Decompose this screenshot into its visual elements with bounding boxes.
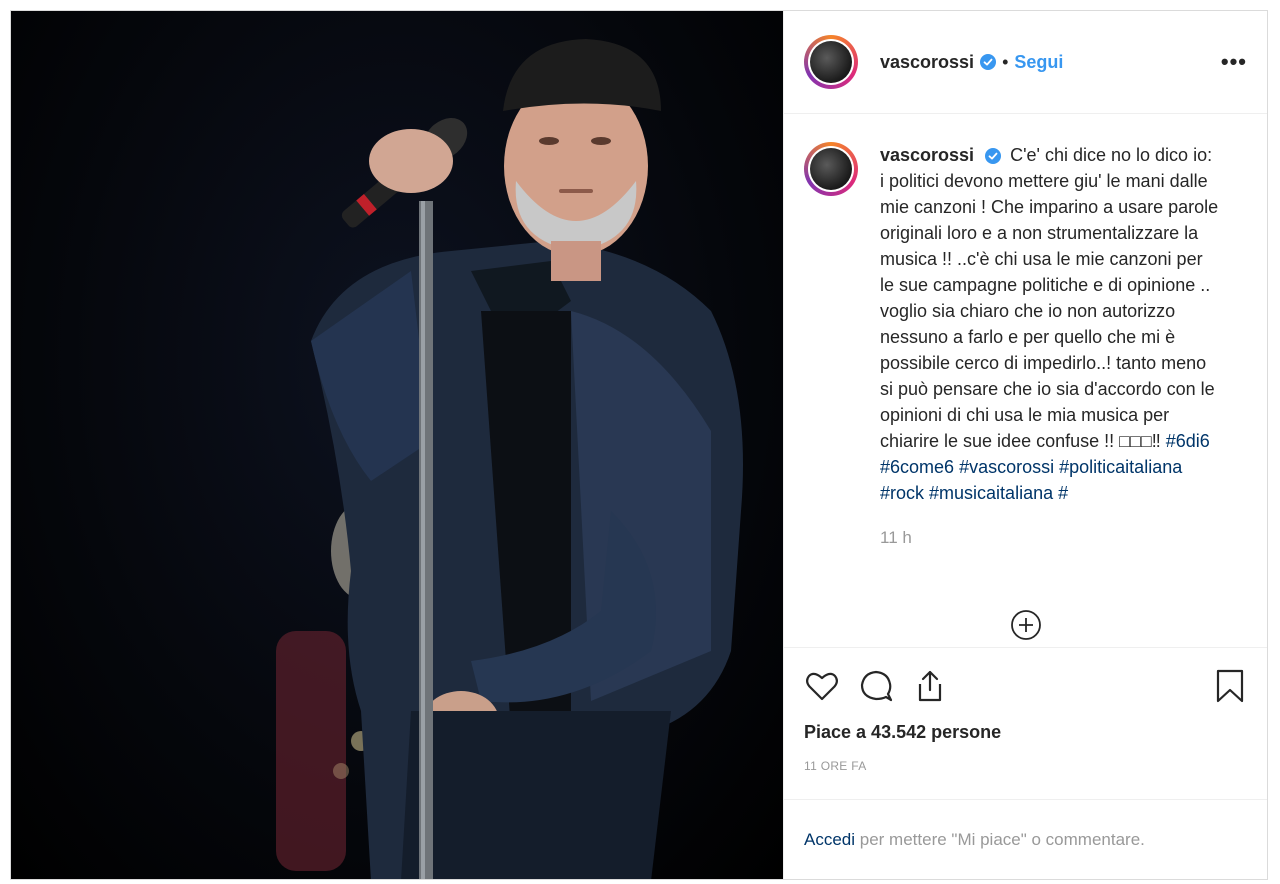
verified-badge-icon [985, 148, 1002, 165]
action-icons [804, 666, 1247, 706]
caption-text: vascorossi C'e' chi dice no lo dico io: … [880, 142, 1220, 506]
verified-badge-icon [980, 54, 997, 70]
comment-icon[interactable] [858, 668, 894, 704]
bookmark-icon[interactable] [1213, 668, 1247, 704]
plus-circle-icon[interactable] [1010, 609, 1042, 641]
separator-dot: • [1002, 51, 1009, 72]
concert-photo-illustration [276, 39, 743, 879]
post-date[interactable]: 11 ORE FA [804, 759, 1247, 773]
post-header: vascorossi • Segui ••• [784, 11, 1267, 114]
post-actions: Piace a 43.542 persone 11 ORE FA [784, 647, 1267, 773]
heart-icon[interactable] [804, 668, 840, 704]
hashtag-link[interactable]: #vascorossi [959, 457, 1054, 477]
caption: vascorossi C'e' chi dice no lo dico io: … [804, 142, 1247, 506]
hashtag-link[interactable]: #rock [880, 483, 924, 503]
caption-avatar[interactable] [804, 142, 858, 196]
author-avatar[interactable] [804, 35, 858, 89]
hashtag-link[interactable]: #politicaitaliana [1059, 457, 1182, 477]
follow-button[interactable]: Segui [1014, 52, 1063, 73]
post-dialog: vascorossi • Segui ••• vascorossi C'e' c… [10, 10, 1268, 880]
hashtag-link[interactable]: #6come6 [880, 457, 954, 477]
caption-time: 11 h [880, 528, 912, 547]
share-icon[interactable] [912, 668, 948, 704]
author-username[interactable]: vascorossi [880, 52, 974, 73]
likes-count[interactable]: Piace a 43.542 persone [804, 722, 1247, 743]
login-prompt: Accedi per mettere "Mi piace" o commenta… [784, 799, 1267, 879]
hashtag-link[interactable]: #musicaitaliana [929, 483, 1053, 503]
caption-body: C'e' chi dice no lo dico io: i politici … [880, 145, 1219, 451]
login-prompt-text: per mettere "Mi piace" o commentare. [855, 830, 1145, 849]
hashtag-link[interactable]: #6di6 [1166, 431, 1210, 451]
comments-section: vascorossi C'e' chi dice no lo dico io: … [784, 114, 1267, 647]
hashtag-link[interactable]: # [1058, 483, 1068, 503]
post-sidebar: vascorossi • Segui ••• vascorossi C'e' c… [783, 11, 1267, 879]
caption-username[interactable]: vascorossi [880, 145, 974, 165]
more-options-button[interactable]: ••• [1221, 49, 1247, 75]
login-link[interactable]: Accedi [804, 830, 855, 849]
post-photo[interactable] [11, 11, 783, 879]
